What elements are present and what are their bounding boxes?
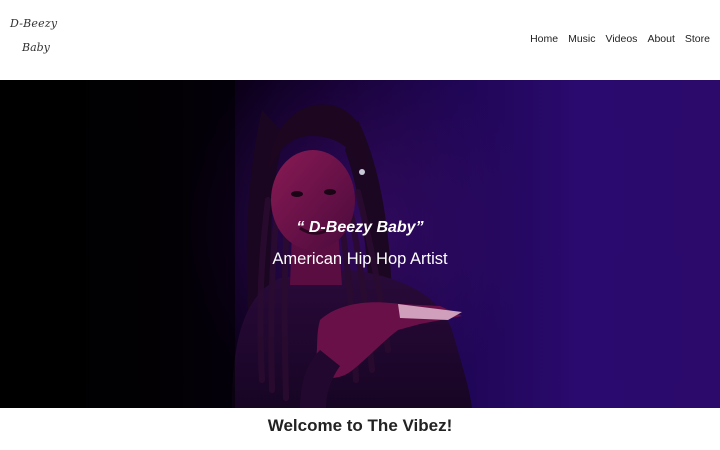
welcome-suffix: ! (446, 416, 453, 435)
nav-music[interactable]: Music (568, 33, 595, 45)
hero-banner: “ D-Beezy Baby” American Hip Hop Artist (0, 80, 720, 408)
artist-name: D-Beezy Baby (308, 219, 416, 236)
quote-open-mark: “ (296, 219, 309, 236)
nav-about[interactable]: About (647, 33, 674, 45)
nav-home[interactable]: Home (530, 33, 558, 45)
nav-store[interactable]: Store (685, 33, 710, 45)
site-logo[interactable]: D-Beezy Baby (10, 16, 72, 62)
nav-videos[interactable]: Videos (606, 33, 638, 45)
site-header: D-Beezy Baby Home Music Videos About Sto… (0, 0, 720, 80)
logo-line-1: D-Beezy (10, 17, 58, 30)
main-nav: Home Music Videos About Store (530, 33, 710, 45)
artist-portrait-image (0, 80, 520, 408)
welcome-prefix: Welcome to (267, 416, 368, 435)
hero-subtitle: American Hip Hop Artist (272, 250, 448, 268)
welcome-highlight: The Vibez (367, 416, 447, 435)
logo-line-2: Baby (22, 41, 50, 54)
quote-close-mark: ” (415, 219, 424, 236)
welcome-heading: Welcome to The Vibez! (0, 416, 720, 436)
hero-quote: “ D-Beezy Baby” (0, 219, 720, 237)
